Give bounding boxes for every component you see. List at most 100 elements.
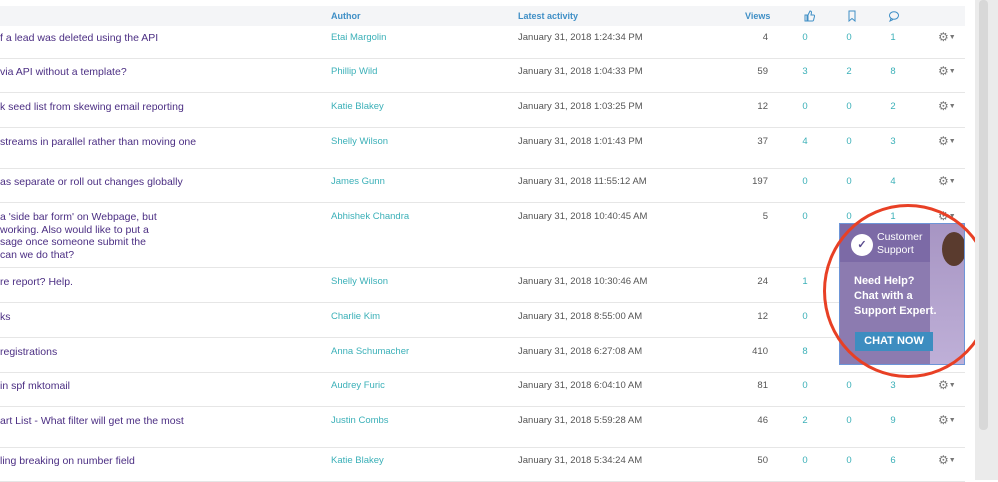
comment-icon[interactable] (888, 10, 900, 22)
topic-title-link[interactable]: ling breaking on number field (0, 455, 320, 468)
latest-activity-date: January 31, 2018 10:40:45 AM (518, 211, 648, 222)
views-count: 4 (762, 32, 768, 43)
views-count: 12 (757, 101, 768, 112)
views-count: 46 (757, 415, 768, 426)
topic-title-link[interactable]: re report? Help. (0, 276, 320, 289)
likes-count[interactable]: 3 (795, 66, 815, 77)
column-views[interactable]: Views (745, 11, 770, 21)
table-row: a 'side bar form' on Webpage, but workin… (0, 209, 965, 268)
gear-icon[interactable]: ⚙▼ (938, 453, 958, 467)
table-row: re report? Help. Shelly Wilson January 31,… (0, 274, 965, 303)
topic-title-link[interactable]: art List - What filter will get me the m… (0, 415, 320, 428)
table-row: ks Charlie Kim January 31, 2018 8:55:00 AM… (0, 309, 965, 338)
topic-title-link[interactable]: f a lead was deleted using the API (0, 32, 320, 45)
table-row: as separate or roll out changes globally… (0, 174, 965, 203)
author-link[interactable]: Shelly Wilson (331, 276, 388, 287)
likes-count[interactable]: 0 (795, 455, 815, 466)
gear-icon[interactable]: ⚙▼ (938, 378, 958, 392)
likes-count[interactable]: 1 (795, 276, 815, 287)
comments-count[interactable]: 8 (883, 66, 903, 77)
table-row: art List - What filter will get me the m… (0, 413, 965, 448)
comments-count[interactable]: 2 (883, 101, 903, 112)
table-row: via API without a template? Phillip Wild J… (0, 64, 965, 93)
column-latest-activity[interactable]: Latest activity (518, 11, 578, 21)
author-link[interactable]: Charlie Kim (331, 311, 380, 322)
author-link[interactable]: Katie Blakey (331, 455, 384, 466)
latest-activity-date: January 31, 2018 1:03:25 PM (518, 101, 643, 112)
bookmarks-count[interactable]: 0 (839, 380, 859, 391)
author-link[interactable]: Shelly Wilson (331, 136, 388, 147)
vertical-scrollbar[interactable] (975, 0, 998, 480)
likes-count[interactable]: 0 (795, 211, 815, 222)
likes-count[interactable]: 0 (795, 311, 815, 322)
author-link[interactable]: Abhishek Chandra (331, 211, 409, 222)
table-row: registrations Anna Schumacher January 31, … (0, 344, 965, 373)
author-link[interactable]: Phillip Wild (331, 66, 377, 77)
topic-title-link[interactable]: in spf mktomail (0, 380, 320, 393)
gear-icon[interactable]: ⚙▼ (938, 30, 958, 44)
author-link[interactable]: James Gunn (331, 176, 385, 187)
latest-activity-date: January 31, 2018 1:01:43 PM (518, 136, 643, 147)
views-count: 50 (757, 455, 768, 466)
likes-count[interactable]: 4 (795, 136, 815, 147)
bookmarks-count[interactable]: 0 (839, 101, 859, 112)
comments-count[interactable]: 6 (883, 455, 903, 466)
latest-activity-date: January 31, 2018 10:30:46 AM (518, 276, 648, 287)
topic-title-link[interactable]: registrations (0, 346, 320, 359)
comments-count[interactable]: 1 (883, 32, 903, 43)
bookmarks-count[interactable]: 0 (839, 176, 859, 187)
views-count: 24 (757, 276, 768, 287)
likes-count[interactable]: 0 (795, 176, 815, 187)
gear-icon[interactable]: ⚙▼ (938, 413, 958, 427)
highlight-circle (823, 204, 993, 378)
gear-icon[interactable]: ⚙▼ (938, 99, 958, 113)
topic-title-link[interactable]: as separate or roll out changes globally (0, 176, 320, 189)
likes-count[interactable]: 2 (795, 415, 815, 426)
gear-icon[interactable]: ⚙▼ (938, 134, 958, 148)
likes-count[interactable]: 0 (795, 32, 815, 43)
latest-activity-date: January 31, 2018 1:24:34 PM (518, 32, 643, 43)
table-row: in spf mktomail Audrey Furic January 31, 2… (0, 378, 965, 407)
latest-activity-date: January 31, 2018 8:55:00 AM (518, 311, 643, 322)
views-count: 197 (752, 176, 768, 187)
comments-count[interactable]: 4 (883, 176, 903, 187)
bookmarks-count[interactable]: 2 (839, 66, 859, 77)
topic-title-link[interactable]: ks (0, 311, 320, 324)
bookmarks-count[interactable]: 0 (839, 32, 859, 43)
gear-icon[interactable]: ⚙▼ (938, 174, 958, 188)
author-link[interactable]: Katie Blakey (331, 101, 384, 112)
topic-title-link[interactable]: via API without a template? (0, 66, 320, 79)
gear-icon[interactable]: ⚙▼ (938, 64, 958, 78)
author-link[interactable]: Audrey Furic (331, 380, 385, 391)
bookmarks-count[interactable]: 0 (839, 415, 859, 426)
likes-count[interactable]: 0 (795, 380, 815, 391)
table-header: Author Latest activity Views (0, 6, 965, 26)
latest-activity-date: January 31, 2018 5:34:24 AM (518, 455, 643, 466)
author-link[interactable]: Etai Margolin (331, 32, 386, 43)
author-link[interactable]: Anna Schumacher (331, 346, 409, 357)
comments-count[interactable]: 3 (883, 136, 903, 147)
scrollbar-thumb[interactable] (979, 0, 988, 430)
column-author[interactable]: Author (331, 11, 361, 21)
thumbs-up-icon[interactable] (803, 10, 815, 22)
latest-activity-date: January 31, 2018 11:55:12 AM (518, 176, 647, 187)
bookmarks-count[interactable]: 0 (839, 211, 859, 222)
topic-title-link[interactable]: a 'side bar form' on Webpage, but workin… (0, 211, 320, 261)
table-row: ling breaking on number field Katie Blake… (0, 453, 965, 482)
views-count: 5 (762, 211, 768, 222)
topic-title-link[interactable]: streams in parallel rather than moving o… (0, 136, 320, 149)
comments-count[interactable]: 9 (883, 415, 903, 426)
author-link[interactable]: Justin Combs (331, 415, 389, 426)
latest-activity-date: January 31, 2018 5:59:28 AM (518, 415, 643, 426)
table-row: k seed list from skewing email reporting… (0, 99, 965, 128)
bookmarks-count[interactable]: 0 (839, 455, 859, 466)
comments-count[interactable]: 3 (883, 380, 903, 391)
bookmarks-count[interactable]: 0 (839, 136, 859, 147)
likes-count[interactable]: 0 (795, 101, 815, 112)
latest-activity-date: January 31, 2018 6:04:10 AM (518, 380, 643, 391)
bookmark-icon[interactable] (846, 10, 858, 22)
views-count: 37 (757, 136, 768, 147)
topic-title-link[interactable]: k seed list from skewing email reporting (0, 101, 320, 114)
likes-count[interactable]: 8 (795, 346, 815, 357)
views-count: 410 (752, 346, 768, 357)
